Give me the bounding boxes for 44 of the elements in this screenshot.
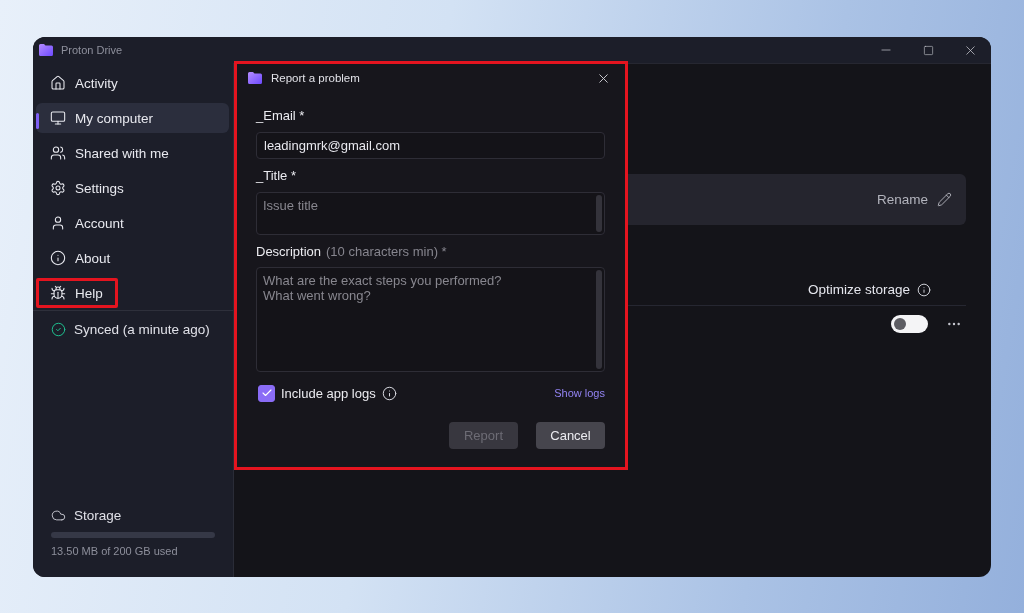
field-label: _Email * [256,107,305,123]
check-icon [260,387,273,399]
field-label: _Title * [256,167,296,183]
monitor-icon [50,110,66,126]
sync-status: Synced (a minute ago) [74,321,210,337]
info-icon[interactable] [917,282,931,297]
rename-button[interactable]: Rename [876,192,952,207]
text-area[interactable]: What are the exact steps you performed? What went wrong? [256,267,605,372]
storage-label: Storage [74,507,122,523]
check-circle-icon [51,321,66,337]
users-icon [50,145,66,161]
scrollbar-thumb[interactable] [596,270,602,369]
dialog-button[interactable]: Cancel [536,422,605,449]
field-hint: (10 characters min) * [326,243,447,259]
user-icon [50,215,66,231]
sidebar-item[interactable]: Settings [36,173,229,203]
pencil-icon [937,192,952,207]
sidebar-item[interactable]: My computer [36,103,229,133]
text-area[interactable]: Issue title [256,192,605,235]
field-label: Description [256,243,322,259]
sidebar-item[interactable]: Account [36,208,229,238]
window-title: Proton Drive [61,44,124,56]
toggle-switch[interactable] [891,315,928,333]
gear-icon [50,180,66,196]
checkbox[interactable] [258,384,275,402]
show-logs-link[interactable]: Show logs [554,387,605,399]
folder-logo-icon [248,72,262,84]
sidebar-item[interactable]: Help [36,278,118,308]
sidebar-item[interactable]: Activity [36,68,229,98]
bug-icon [50,285,66,301]
house-icon [50,75,66,91]
cloud-icon [51,507,66,523]
sidebar-item[interactable]: About [36,243,229,273]
email-field[interactable]: leadingmrk@gmail.com [256,132,605,159]
dialog-title: Report a problem [271,72,361,84]
sidebar-item[interactable]: Shared with me [36,138,229,168]
maximize-icon [922,44,934,56]
column-header: Optimize storage [807,282,910,297]
checkbox-label: Include app logs [281,385,376,401]
folder-logo-icon [39,44,53,56]
scrollbar-thumb[interactable] [596,195,602,232]
info-icon [50,250,66,266]
storage-usage: 13.50 MB of 200 GB used [51,545,179,557]
info-icon[interactable] [381,385,397,401]
